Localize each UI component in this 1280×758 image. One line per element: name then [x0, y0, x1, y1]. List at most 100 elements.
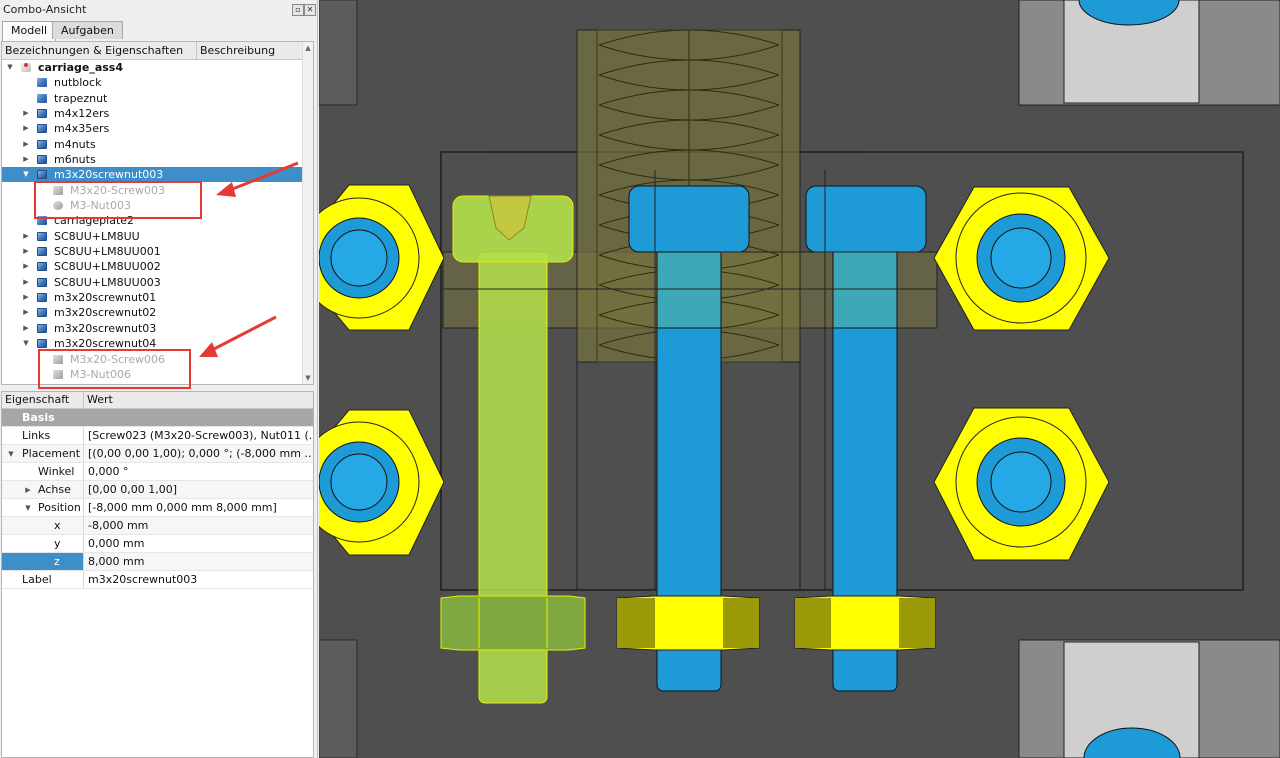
collapse-arrow-icon[interactable]: ▼: [21, 336, 31, 351]
link-group-icon: [37, 324, 47, 333]
link-group-icon: [37, 308, 47, 317]
link-group-icon: [37, 124, 47, 133]
float-panel-button[interactable]: ▫: [292, 4, 304, 16]
tab-modell[interactable]: Modell: [2, 21, 57, 41]
expand-arrow-icon[interactable]: ▶: [21, 106, 31, 121]
property-row-x[interactable]: x -8,000 mm: [2, 517, 313, 535]
tree-item[interactable]: ▶ m3x20screwnut03: [2, 321, 302, 336]
expand-arrow-icon[interactable]: ▶: [21, 137, 31, 152]
link-group-icon: [37, 247, 47, 256]
tree-item[interactable]: ▶ m3x20screwnut01: [2, 290, 302, 305]
link-group-icon: [37, 262, 47, 271]
property-name: Label: [22, 573, 52, 586]
property-name: z: [54, 555, 60, 568]
property-row-links[interactable]: Links [Screw023 (M3x20-Screw003), Nut011…: [2, 427, 313, 445]
tree-item[interactable]: ▶ m4x12ers: [2, 106, 302, 121]
tree-item-label: SC8UU+LM8UU001: [54, 245, 161, 258]
tree-item[interactable]: ▶ SC8UU+LM8UU: [2, 229, 302, 244]
property-group-basis[interactable]: Basis: [2, 409, 313, 427]
tree-header: Bezeichnungen & Eigenschaften Beschreibu…: [2, 42, 313, 60]
property-name: Achse: [38, 483, 71, 496]
3d-viewport[interactable]: [319, 0, 1280, 758]
expand-arrow-icon[interactable]: ▶: [21, 259, 31, 274]
group-label: Basis: [22, 411, 55, 424]
scroll-down-icon[interactable]: ▼: [304, 374, 312, 382]
tree-item[interactable]: ▶ SC8UU+LM8UU002: [2, 259, 302, 274]
link-group-icon: [37, 155, 47, 164]
expand-arrow-icon[interactable]: ▶: [21, 229, 31, 244]
link-group-icon: [37, 278, 47, 287]
tree-item-label: SC8UU+LM8UU003: [54, 276, 161, 289]
tree-item-root[interactable]: ▼ carriage_ass4: [2, 60, 302, 75]
property-row-position[interactable]: ▼ Position [-8,000 mm 0,000 mm 8,000 mm]: [2, 499, 313, 517]
tree-item-label: m3x20screwnut01: [54, 291, 157, 304]
property-name: x: [54, 519, 61, 532]
expand-arrow-icon[interactable]: ▶: [21, 244, 31, 259]
property-value[interactable]: 0,000 °: [88, 463, 312, 481]
collapse-arrow-icon[interactable]: ▼: [5, 60, 15, 75]
property-name: Position: [38, 501, 81, 514]
tree-item-label: m4x35ers: [54, 122, 110, 135]
tab-aufgaben[interactable]: Aufgaben: [52, 21, 123, 39]
column-header-property[interactable]: Eigenschaft: [2, 392, 84, 408]
close-panel-button[interactable]: ✕: [304, 4, 316, 16]
property-value[interactable]: -8,000 mm: [88, 517, 312, 535]
tree-item-selected[interactable]: ▼ m3x20screwnut003: [2, 167, 302, 182]
collapse-arrow-icon[interactable]: ▼: [21, 167, 31, 182]
property-row-y[interactable]: y 0,000 mm: [2, 535, 313, 553]
panel-tabs: Modell Aufgaben: [0, 21, 318, 41]
column-header-labels[interactable]: Bezeichnungen & Eigenschaften: [2, 42, 197, 59]
property-value[interactable]: [(0,00 0,00 1,00); 0,000 °; (-8,000 mm .…: [88, 445, 312, 463]
combo-view-panel: Combo-Ansicht ▫ ✕ Modell Aufgaben Bezeic…: [0, 0, 318, 758]
property-value[interactable]: 0,000 mm: [88, 535, 312, 553]
column-header-value[interactable]: Wert: [84, 392, 313, 408]
property-row-placement[interactable]: ▼ Placement [(0,00 0,00 1,00); 0,000 °; (…: [2, 445, 313, 463]
tree-item-label: m3x20screwnut03: [54, 322, 157, 335]
part-icon: [37, 94, 47, 103]
property-editor[interactable]: Eigenschaft Wert Basis Links [Screw023 (…: [1, 391, 314, 758]
expand-arrow-icon[interactable]: ▶: [24, 481, 32, 499]
tree-scrollbar[interactable]: ▲ ▼: [302, 42, 313, 384]
property-value[interactable]: 8,000 mm: [88, 553, 312, 571]
tree-item-label: carriage_ass4: [38, 61, 123, 74]
tree-item[interactable]: ▶ SC8UU+LM8UU003: [2, 275, 302, 290]
tree-item[interactable]: trapeznut: [2, 91, 302, 106]
expand-arrow-icon[interactable]: ▶: [21, 121, 31, 136]
property-name: Placement: [22, 447, 81, 460]
expand-arrow-icon[interactable]: ▶: [21, 290, 31, 305]
part-icon: [37, 78, 47, 87]
property-value[interactable]: [0,00 0,00 1,00]: [88, 481, 312, 499]
tree-item[interactable]: ▶ m4nuts: [2, 137, 302, 152]
tree-item-label: m3x20screwnut003: [54, 168, 164, 181]
property-row-achse[interactable]: ▶ Achse [0,00 0,00 1,00]: [2, 481, 313, 499]
property-row-winkel[interactable]: Winkel 0,000 °: [2, 463, 313, 481]
tree-item[interactable]: nutblock: [2, 75, 302, 90]
column-header-description[interactable]: Beschreibung: [197, 42, 303, 59]
property-value[interactable]: m3x20screwnut003: [88, 571, 312, 589]
annotation-box: [34, 181, 202, 219]
expand-arrow-icon[interactable]: ▶: [21, 275, 31, 290]
link-group-icon: [37, 109, 47, 118]
annotation-box: [38, 349, 191, 389]
collapse-arrow-icon[interactable]: ▼: [7, 445, 15, 463]
tree-item[interactable]: ▶ m6nuts: [2, 152, 302, 167]
scroll-up-icon[interactable]: ▲: [304, 44, 312, 52]
property-header: Eigenschaft Wert: [2, 392, 313, 409]
tree-item[interactable]: ▶ SC8UU+LM8UU001: [2, 244, 302, 259]
link-group-icon: [37, 140, 47, 149]
collapse-arrow-icon[interactable]: ▼: [24, 499, 32, 517]
expand-arrow-icon[interactable]: ▶: [21, 152, 31, 167]
property-value[interactable]: [-8,000 mm 0,000 mm 8,000 mm]: [88, 499, 312, 517]
property-name: Winkel: [38, 465, 75, 478]
link-group-icon: [37, 170, 47, 179]
property-value[interactable]: [Screw023 (M3x20-Screw003), Nut011 (...: [88, 427, 312, 445]
expand-arrow-icon[interactable]: ▶: [21, 321, 31, 336]
property-row-label[interactable]: Label m3x20screwnut003: [2, 571, 313, 589]
tree-item[interactable]: ▶ m4x35ers: [2, 121, 302, 136]
expand-arrow-icon[interactable]: ▶: [21, 305, 31, 320]
tree-item-label: m4x12ers: [54, 107, 110, 120]
tree-item-label: trapeznut: [54, 92, 108, 105]
tree-item[interactable]: ▶ m3x20screwnut02: [2, 305, 302, 320]
property-row-z[interactable]: z 8,000 mm: [2, 553, 313, 571]
link-group-icon: [37, 339, 47, 348]
